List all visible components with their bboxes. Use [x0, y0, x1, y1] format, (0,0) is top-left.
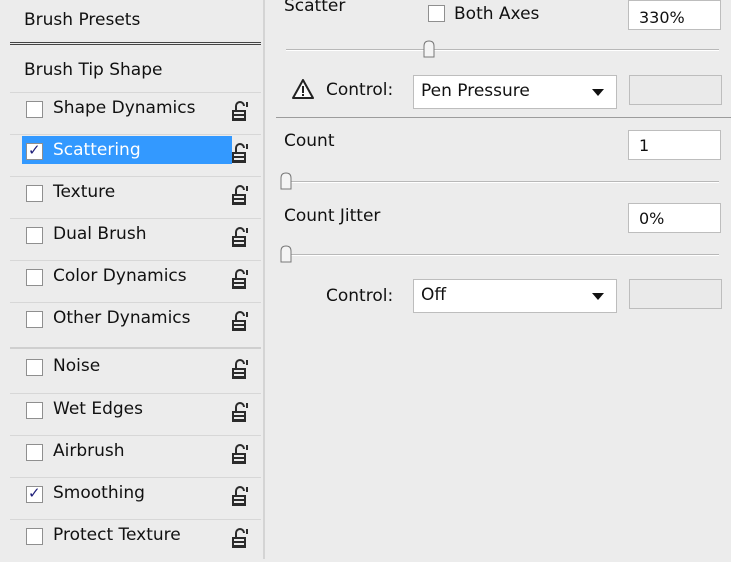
airbrush-checkbox[interactable] [26, 444, 43, 461]
checkmark-icon: ✓ [28, 141, 41, 159]
dropdown-arrow-icon [592, 89, 604, 96]
scatter-control-fade-field [629, 75, 722, 105]
count-value-field[interactable]: 1 [628, 130, 721, 160]
sidebar-item-label: Dual Brush [53, 224, 147, 244]
dropdown-arrow-icon [592, 293, 604, 300]
brush-tip-shape-label: Brush Tip Shape [24, 60, 163, 80]
checkmark-icon: ✓ [28, 484, 41, 502]
smoothing-checkbox[interactable]: ✓ [26, 484, 43, 503]
count-jitter-control-fade-field [629, 279, 722, 309]
sidebar-item-label: Noise [53, 356, 101, 376]
sidebar-item-color-dynamics[interactable]: Color Dynamics [10, 260, 261, 303]
sidebar-item-label: Airbrush [53, 441, 125, 461]
lock-icon[interactable] [230, 227, 250, 249]
both-axes-checkbox[interactable] [428, 5, 445, 22]
scattering-checkbox[interactable]: ✓ [26, 141, 43, 160]
count-jitter-control-dropdown[interactable]: Off [413, 279, 617, 313]
sidebar-item-label: Scattering [53, 140, 141, 160]
count-slider-thumb[interactable] [280, 172, 292, 190]
sidebar-divider [10, 347, 261, 349]
scatter-label: Scatter [284, 0, 346, 16]
sidebar-item-label: Shape Dynamics [53, 98, 196, 118]
lock-icon[interactable] [230, 528, 250, 550]
sidebar-item-scattering[interactable]: ✓ Scattering [10, 134, 261, 177]
sidebar-item-airbrush[interactable]: Airbrush [10, 435, 261, 478]
sidebar-item-wet-edges[interactable]: Wet Edges [10, 393, 261, 436]
scatter-control-label: Control: [326, 80, 394, 100]
lock-icon[interactable] [230, 486, 250, 508]
wet-edges-checkbox[interactable] [26, 402, 43, 419]
sidebar-item-shape-dynamics[interactable]: Shape Dynamics [10, 92, 261, 135]
warning-icon [292, 79, 314, 99]
scatter-slider-track[interactable] [286, 49, 719, 51]
sidebar-item-dual-brush[interactable]: Dual Brush [10, 218, 261, 261]
count-jitter-slider-track[interactable] [286, 254, 719, 256]
lock-icon[interactable] [230, 143, 250, 165]
lock-icon[interactable] [230, 359, 250, 381]
noise-checkbox[interactable] [26, 359, 43, 376]
lock-icon[interactable] [230, 402, 250, 424]
count-slider-track[interactable] [286, 181, 719, 183]
scatter-slider-thumb[interactable] [423, 40, 435, 58]
dual-brush-checkbox[interactable] [26, 227, 43, 244]
lock-icon[interactable] [230, 185, 250, 207]
lock-icon[interactable] [230, 101, 250, 123]
scattering-settings-panel: Scatter Both Axes 330% Control: Pen Pres… [264, 0, 731, 559]
lock-icon[interactable] [230, 311, 250, 333]
color-dynamics-checkbox[interactable] [26, 269, 43, 286]
sidebar-item-noise[interactable]: Noise [10, 351, 261, 393]
count-jitter-value-field[interactable]: 0% [628, 203, 721, 233]
both-axes-label: Both Axes [454, 4, 540, 24]
sidebar-item-smoothing[interactable]: ✓ Smoothing [10, 477, 261, 520]
scatter-value-field[interactable]: 330% [628, 0, 721, 30]
sidebar-item-label: Smoothing [53, 483, 145, 503]
count-jitter-control-value: Off [421, 285, 447, 305]
sidebar-item-label: Other Dynamics [53, 308, 191, 328]
shape-dynamics-checkbox[interactable] [26, 101, 43, 118]
brush-tip-shape-item[interactable]: Brush Tip Shape [10, 50, 261, 90]
other-dynamics-checkbox[interactable] [26, 311, 43, 328]
count-jitter-label: Count Jitter [284, 206, 381, 226]
sidebar-item-protect-texture[interactable]: Protect Texture [10, 519, 261, 562]
scatter-control-value: Pen Pressure [421, 81, 530, 101]
sidebar-item-label: Texture [53, 182, 116, 202]
sidebar-item-label: Wet Edges [53, 399, 143, 419]
texture-checkbox[interactable] [26, 185, 43, 202]
count-jitter-slider-thumb[interactable] [280, 245, 292, 263]
sidebar-item-label: Protect Texture [53, 525, 181, 545]
brush-presets-item[interactable]: Brush Presets [10, 0, 261, 45]
count-jitter-control-label: Control: [326, 286, 394, 306]
count-label: Count [284, 131, 335, 151]
sidebar-item-other-dynamics[interactable]: Other Dynamics [10, 302, 261, 345]
brush-settings-sidebar: Brush Presets Brush Tip Shape Shape Dyna… [10, 0, 265, 559]
protect-texture-checkbox[interactable] [26, 528, 43, 545]
lock-icon[interactable] [230, 444, 250, 466]
lock-icon[interactable] [230, 269, 250, 291]
sidebar-item-texture[interactable]: Texture [10, 176, 261, 219]
brush-presets-label: Brush Presets [24, 10, 141, 30]
section-divider [276, 117, 731, 118]
scatter-control-dropdown[interactable]: Pen Pressure [413, 75, 617, 109]
sidebar-item-label: Color Dynamics [53, 266, 187, 286]
